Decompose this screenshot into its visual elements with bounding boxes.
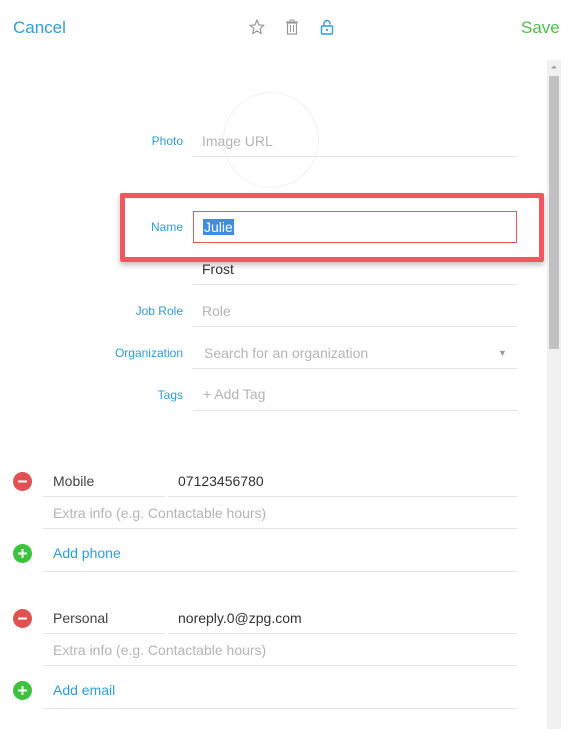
add-tag-input[interactable]: + Add Tag [203,386,265,402]
add-email-icon[interactable] [13,681,32,700]
phone-extra-info-input[interactable]: Extra info (e.g. Contactable hours) [53,505,266,521]
name-label: Name [150,220,183,234]
divider [43,633,165,634]
last-name-input[interactable]: Frost [202,261,234,277]
divider [193,326,517,327]
add-phone-icon[interactable] [13,544,32,563]
divider [43,708,517,709]
photo-label: Photo [151,134,183,148]
organization-select[interactable]: Search for an organization [204,345,368,361]
photo-url-input[interactable]: Image URL [202,133,273,149]
divider [193,410,517,411]
divider [193,284,517,285]
email-type-select[interactable]: Personal [53,610,108,626]
trash-icon[interactable] [283,18,301,36]
save-button[interactable]: Save [521,18,560,38]
scroll-thumb[interactable] [549,76,559,349]
cancel-button[interactable]: Cancel [13,18,66,38]
lock-icon[interactable] [318,18,336,36]
first-name-value: Julie [203,219,234,235]
divider [43,571,517,572]
divider [193,368,517,369]
divider [43,665,517,666]
add-phone-button[interactable]: Add phone [53,545,121,561]
email-address-input[interactable]: noreply.0@zpg.com [178,610,302,626]
scroll-up-arrow-icon[interactable] [547,60,561,74]
first-name-input[interactable]: Julie [193,211,517,243]
divider [168,496,517,497]
job-role-label: Job Role [135,304,183,318]
divider [193,156,517,157]
divider [43,528,517,529]
phone-type-select[interactable]: Mobile [53,473,94,489]
email-extra-info-input[interactable]: Extra info (e.g. Contactable hours) [53,642,266,658]
tags-label: Tags [157,388,183,402]
scrollbar[interactable] [547,60,561,729]
job-role-input[interactable]: Role [202,303,231,319]
remove-phone-icon[interactable] [13,472,32,491]
chevron-down-icon[interactable]: ▼ [498,348,507,358]
divider [43,496,165,497]
star-icon[interactable] [248,18,266,36]
phone-number-input[interactable]: 07123456780 [178,473,264,489]
remove-email-icon[interactable] [13,609,32,628]
top-bar: Cancel Save [0,0,573,56]
organization-label: Organization [114,346,183,360]
divider [168,633,517,634]
add-email-button[interactable]: Add email [53,682,115,698]
